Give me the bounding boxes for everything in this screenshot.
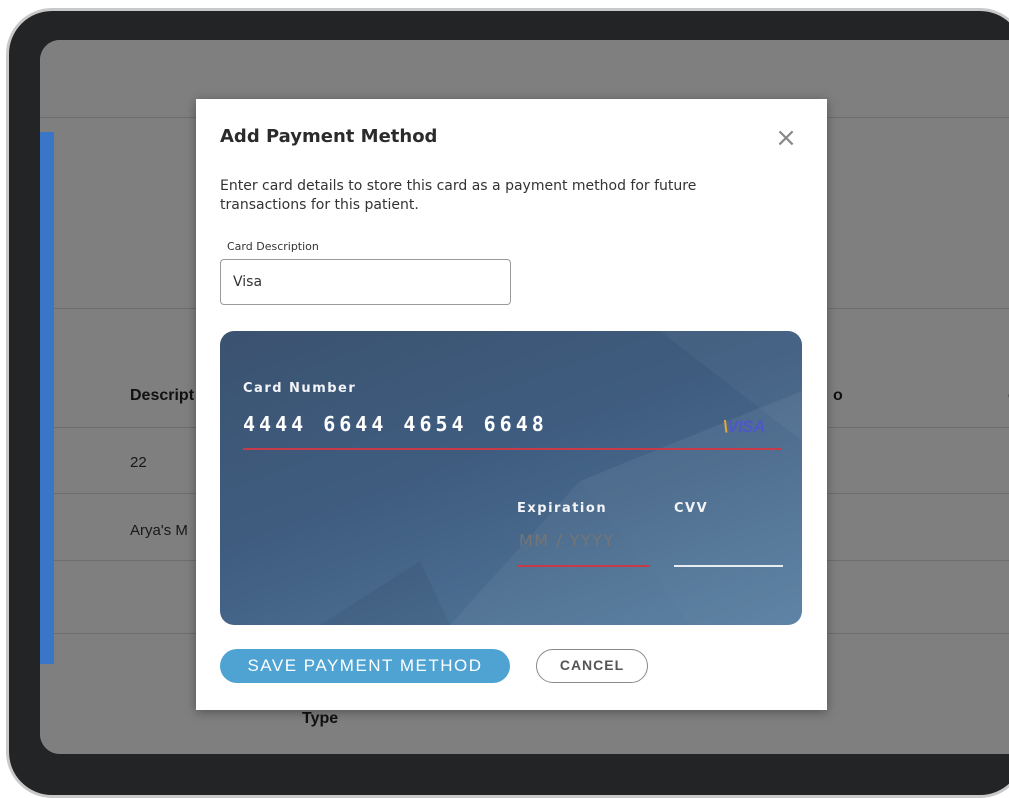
close-button[interactable]: × bbox=[774, 123, 798, 153]
dialog-title: Add Payment Method bbox=[220, 126, 438, 147]
card-description-label: Card Description bbox=[227, 240, 319, 253]
cvv-input[interactable] bbox=[674, 526, 786, 554]
cvv-underline bbox=[674, 565, 783, 567]
save-payment-method-button[interactable]: SAVE PAYMENT METHOD bbox=[220, 649, 510, 683]
cvv-label: CVV bbox=[674, 501, 709, 516]
card-number-input[interactable]: 4444 6644 4654 6648 bbox=[243, 412, 548, 436]
add-payment-method-dialog: Add Payment Method × Enter card details … bbox=[196, 99, 827, 710]
dialog-description: Enter card details to store this card as… bbox=[220, 178, 697, 213]
sidebar-accent-bar bbox=[40, 132, 54, 664]
card-background-pattern bbox=[320, 331, 802, 625]
cancel-button[interactable]: CANCEL bbox=[536, 649, 648, 683]
card-number-label: Card Number bbox=[243, 381, 357, 396]
credit-card-form: Card Number 4444 6644 4654 6648 \VISA Ex… bbox=[220, 331, 802, 625]
card-number-underline bbox=[243, 448, 782, 450]
expiration-input[interactable] bbox=[517, 526, 653, 554]
expiration-label: Expiration bbox=[517, 501, 608, 516]
visa-logo-icon: \VISA bbox=[723, 417, 765, 436]
close-icon: × bbox=[775, 123, 797, 153]
card-description-input[interactable] bbox=[220, 259, 511, 305]
expiration-underline bbox=[517, 565, 650, 567]
